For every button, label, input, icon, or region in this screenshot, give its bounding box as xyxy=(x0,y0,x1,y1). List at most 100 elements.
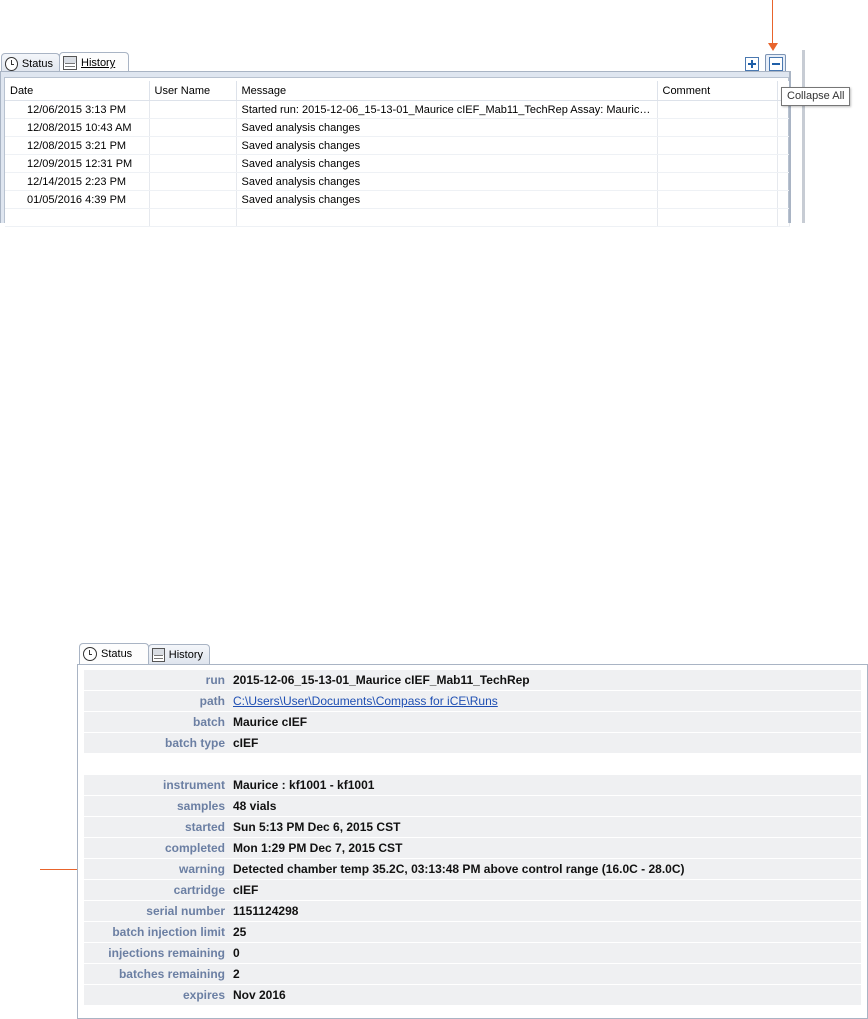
cell-message: Saved analysis changes xyxy=(236,118,658,137)
status-row-injections-remaining: injections remaining 0 xyxy=(84,943,861,964)
cell-user xyxy=(149,154,237,173)
status-row-path: path C:\Users\User\Documents\Compass for… xyxy=(84,691,861,712)
history-table: Date User Name Message Comment 12/06/201… xyxy=(5,81,790,227)
tab-history-label: History xyxy=(168,648,203,661)
table-row[interactable]: 12/09/2015 12:31 PM Saved analysis chang… xyxy=(5,154,790,173)
tab-status-label: Status xyxy=(21,57,53,70)
table-row[interactable]: 12/08/2015 3:21 PM Saved analysis change… xyxy=(5,136,790,155)
cell-comment[interactable] xyxy=(657,100,778,119)
cell-message: Saved analysis changes xyxy=(236,136,658,155)
tab-status[interactable]: Status xyxy=(79,643,149,664)
table-row[interactable]: 12/08/2015 10:43 AM Saved analysis chang… xyxy=(5,118,790,137)
cell-comment[interactable] xyxy=(657,154,778,173)
cell-empty xyxy=(236,208,658,227)
batches-remaining-value: 2 xyxy=(233,967,240,981)
tab-status[interactable]: Status xyxy=(1,53,60,73)
annotation-arrow-down xyxy=(772,0,773,46)
cell-message: Saved analysis changes xyxy=(236,172,658,191)
cell-user xyxy=(149,172,237,191)
status-properties: run 2015-12-06_15-13-01_Maurice cIEF_Mab… xyxy=(84,670,861,1006)
status-row-batches-remaining: batches remaining 2 xyxy=(84,964,861,985)
cell-message: Saved analysis changes xyxy=(236,190,658,209)
completed-label: completed xyxy=(164,841,225,855)
table-row-empty xyxy=(5,208,790,227)
tab-status-label: Status xyxy=(101,648,133,660)
started-label: started xyxy=(184,820,225,834)
run-label: run xyxy=(205,673,225,687)
tab-history[interactable]: History xyxy=(148,644,210,664)
cell-empty xyxy=(149,208,237,227)
clock-icon xyxy=(5,56,18,71)
cell-filler xyxy=(777,190,790,209)
cell-filler xyxy=(777,136,790,155)
column-header-comment[interactable]: Comment xyxy=(657,81,778,101)
serial-number-label: serial number xyxy=(146,904,225,918)
warning-value: Detected chamber temp 35.2C, 03:13:48 PM… xyxy=(233,862,685,876)
batches-remaining-label: batches remaining xyxy=(118,967,225,981)
batch-injection-limit-label: batch injection limit xyxy=(112,925,225,939)
status-row-instrument: instrument Maurice : kf1001 - kf1001 xyxy=(84,775,861,796)
path-label: path xyxy=(199,694,225,708)
warning-label: warning xyxy=(178,862,225,876)
cell-date: 12/09/2015 12:31 PM xyxy=(5,154,150,173)
cell-comment[interactable] xyxy=(657,190,778,209)
cell-date: 12/08/2015 10:43 AM xyxy=(5,118,150,137)
status-row-batch-type: batch type cIEF xyxy=(84,733,861,754)
cell-comment[interactable] xyxy=(657,136,778,155)
cell-comment[interactable] xyxy=(657,172,778,191)
column-header-date[interactable]: Date xyxy=(5,81,150,101)
cell-message: Saved analysis changes xyxy=(236,154,658,173)
cell-date: 12/08/2015 3:21 PM xyxy=(5,136,150,155)
status-row-warning: warning Detected chamber temp 35.2C, 03:… xyxy=(84,859,861,880)
cell-empty xyxy=(657,208,778,227)
history-book-icon xyxy=(152,647,165,662)
serial-number-value: 1151124298 xyxy=(233,904,299,918)
cartridge-value: cIEF xyxy=(233,883,259,897)
instrument-label: instrument xyxy=(162,778,225,792)
cell-empty xyxy=(5,208,150,227)
instrument-value: Maurice : kf1001 - kf1001 xyxy=(233,778,375,792)
injections-remaining-label: injections remaining xyxy=(108,946,225,960)
status-row-expires: expires Nov 2016 xyxy=(84,985,861,1006)
cell-date: 01/05/2016 4:39 PM xyxy=(5,190,150,209)
started-value: Sun 5:13 PM Dec 6, 2015 CST xyxy=(233,820,401,834)
injections-remaining-value: 0 xyxy=(233,946,240,960)
status-row-samples: samples 48 vials xyxy=(84,796,861,817)
tab-history[interactable]: History xyxy=(59,52,129,73)
collapse-all-tooltip: Collapse All xyxy=(781,87,851,106)
status-row-spacer xyxy=(84,754,861,775)
batch-type-value: cIEF xyxy=(233,736,259,750)
batch-type-label: batch type xyxy=(164,736,225,750)
panel-edge xyxy=(802,50,805,223)
cell-date: 12/06/2015 3:13 PM xyxy=(5,100,150,119)
clock-icon xyxy=(83,647,97,661)
cell-user xyxy=(149,100,237,119)
cell-message: Started run: 2015-12-06_15-13-01_Maurice… xyxy=(236,100,658,119)
path-link[interactable]: C:\Users\User\Documents\Compass for iCE\… xyxy=(233,694,498,708)
batch-value: Maurice cIEF xyxy=(233,715,308,729)
cell-comment[interactable] xyxy=(657,118,778,137)
history-book-icon xyxy=(63,56,77,70)
samples-label: samples xyxy=(176,799,225,813)
cartridge-label: cartridge xyxy=(173,883,225,897)
table-row[interactable]: 12/06/2015 3:13 PM Started run: 2015-12-… xyxy=(5,100,790,119)
expand-all-icon[interactable] xyxy=(745,57,759,71)
status-row-started: started Sun 5:13 PM Dec 6, 2015 CST xyxy=(84,817,861,838)
batch-label: batch xyxy=(192,715,225,729)
run-value: 2015-12-06_15-13-01_Maurice cIEF_Mab11_T… xyxy=(233,673,530,687)
cell-date: 12/14/2015 2:23 PM xyxy=(5,172,150,191)
collapse-all-icon xyxy=(769,57,783,71)
expires-label: expires xyxy=(182,988,225,1002)
column-header-user-name[interactable]: User Name xyxy=(149,81,237,101)
column-header-message[interactable]: Message xyxy=(236,81,658,101)
annotation-arrow-down-head xyxy=(768,43,778,51)
batch-injection-limit-value: 25 xyxy=(233,925,247,939)
cell-user xyxy=(149,136,237,155)
table-row[interactable]: 12/14/2015 2:23 PM Saved analysis change… xyxy=(5,172,790,191)
status-row-serial-number: serial number 1151124298 xyxy=(84,901,861,922)
cell-filler xyxy=(777,118,790,137)
cell-user xyxy=(149,190,237,209)
status-row-batch: batch Maurice cIEF xyxy=(84,712,861,733)
table-row[interactable]: 01/05/2016 4:39 PM Saved analysis change… xyxy=(5,190,790,209)
expires-value: Nov 2016 xyxy=(233,988,286,1002)
